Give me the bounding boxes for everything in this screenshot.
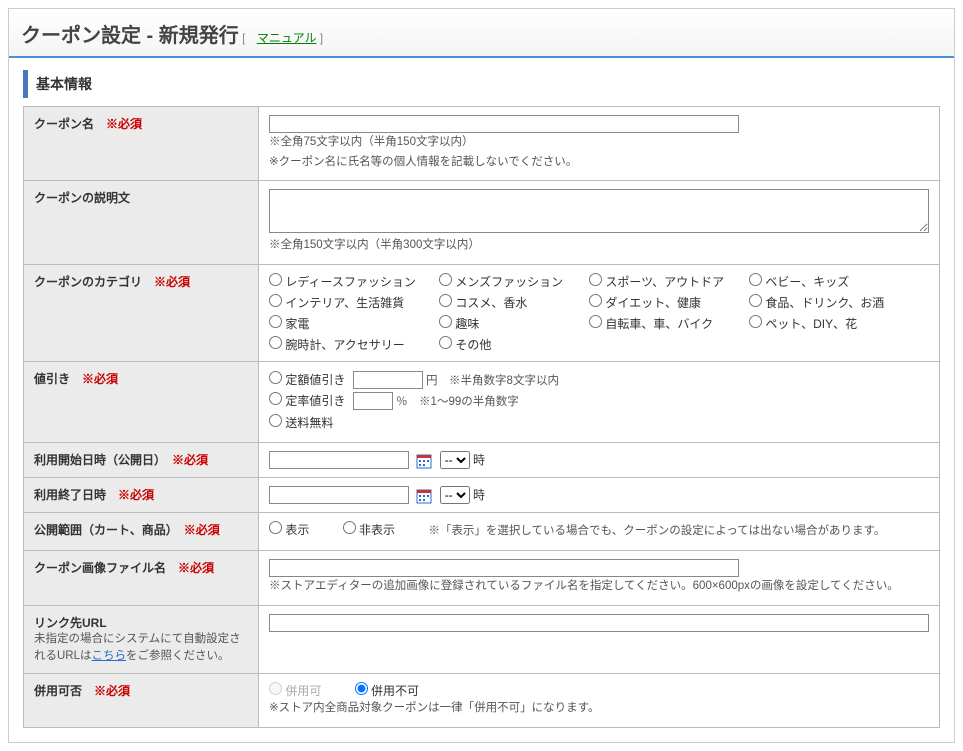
label-combine: 併用可否 ※必須 [24,674,259,728]
discount-fixed-input[interactable] [353,371,423,389]
note-name-length: ※全角75文字以内（半角150文字以内） [269,136,473,148]
category-option[interactable]: 趣味 [439,315,589,332]
visibility-note: ※「表示」を選択している場合でも、クーポンの設定によっては出ない場合があります。 [428,525,885,537]
category-option[interactable]: 自転車、車、バイク [589,315,749,332]
label-start-date: 利用開始日時（公開日） ※必須 [24,443,259,478]
start-date-input[interactable] [269,451,409,469]
category-option[interactable]: 腕時計、アクセサリー [269,336,439,353]
visibility-show-radio[interactable]: 表示 [269,523,309,537]
coupon-name-input[interactable] [269,115,739,133]
page-title: クーポン設定 - 新規発行 [21,25,239,47]
note-name-personal: ※クーポン名に氏名等の個人情報を記載しないでください。 [269,156,577,168]
section-basic-info: 基本情報 [23,70,940,98]
combine-yes-radio[interactable]: 併用可 [269,684,321,698]
end-hour-select[interactable]: -- [440,486,470,504]
category-option[interactable]: ベビー、キッズ [749,273,909,290]
link-url-input[interactable] [269,614,929,632]
calendar-icon[interactable] [416,453,432,469]
category-option[interactable]: 食品、ドリンク、お酒 [749,294,909,311]
discount-freeship-radio[interactable]: 送料無料 [269,416,333,430]
note-desc-length: ※全角150文字以内（半角300文字以内） [269,239,480,251]
category-option[interactable]: ダイエット、健康 [589,294,749,311]
category-option[interactable]: レディースファッション [269,273,439,290]
category-grid: レディースファッション メンズファッション スポーツ、アウトドア ベビー、キッズ… [269,273,929,353]
label-link-url: リンク先URL 未指定の場合にシステムにて自動設定されるURLはこちらをご参照く… [24,605,259,674]
manual-link[interactable]: マニュアル [257,31,317,45]
label-visibility: 公開範囲（カート、商品） ※必須 [24,513,259,551]
link-url-help[interactable]: こちら [92,650,127,662]
label-coupon-name: クーポン名 ※必須 [24,107,259,181]
category-option[interactable]: ペット、DIY、花 [749,315,909,332]
label-image-file: クーポン画像ファイル名 ※必須 [24,550,259,605]
calendar-icon[interactable] [416,488,432,504]
end-date-input[interactable] [269,486,409,504]
combine-note: ※ストア内全商品対象クーポンは一律「併用不可」になります。 [269,702,599,714]
bracket-open: [ [242,31,245,45]
page-header: クーポン設定 - 新規発行 [ マニュアル ] [9,9,954,58]
image-file-note: ※ストアエディターの追加画像に登録されているファイル名を指定してください。600… [269,580,899,592]
bracket-close: ] [320,31,323,45]
image-file-input[interactable] [269,559,739,577]
coupon-desc-textarea[interactable] [269,189,929,233]
coupon-form-table: クーポン名 ※必須 ※全角75文字以内（半角150文字以内） ※クーポン名に氏名… [23,106,940,728]
category-option[interactable]: インテリア、生活雑貨 [269,294,439,311]
category-option[interactable]: コスメ、香水 [439,294,589,311]
label-end-date: 利用終了日時 ※必須 [24,478,259,513]
combine-no-radio[interactable]: 併用不可 [355,684,419,698]
label-discount: 値引き ※必須 [24,361,259,443]
category-option[interactable]: メンズファッション [439,273,589,290]
visibility-hide-radio[interactable]: 非表示 [343,523,395,537]
label-coupon-desc: クーポンの説明文 [24,181,259,265]
start-hour-select[interactable]: -- [440,451,470,469]
category-option[interactable]: スポーツ、アウトドア [589,273,749,290]
label-category: クーポンのカテゴリ ※必須 [24,264,259,361]
category-option[interactable]: 家電 [269,315,439,332]
discount-rate-radio[interactable]: 定率値引き [269,394,345,408]
discount-rate-input[interactable] [353,392,393,410]
category-option[interactable]: その他 [439,336,589,353]
discount-fixed-radio[interactable]: 定額値引き [269,373,345,387]
